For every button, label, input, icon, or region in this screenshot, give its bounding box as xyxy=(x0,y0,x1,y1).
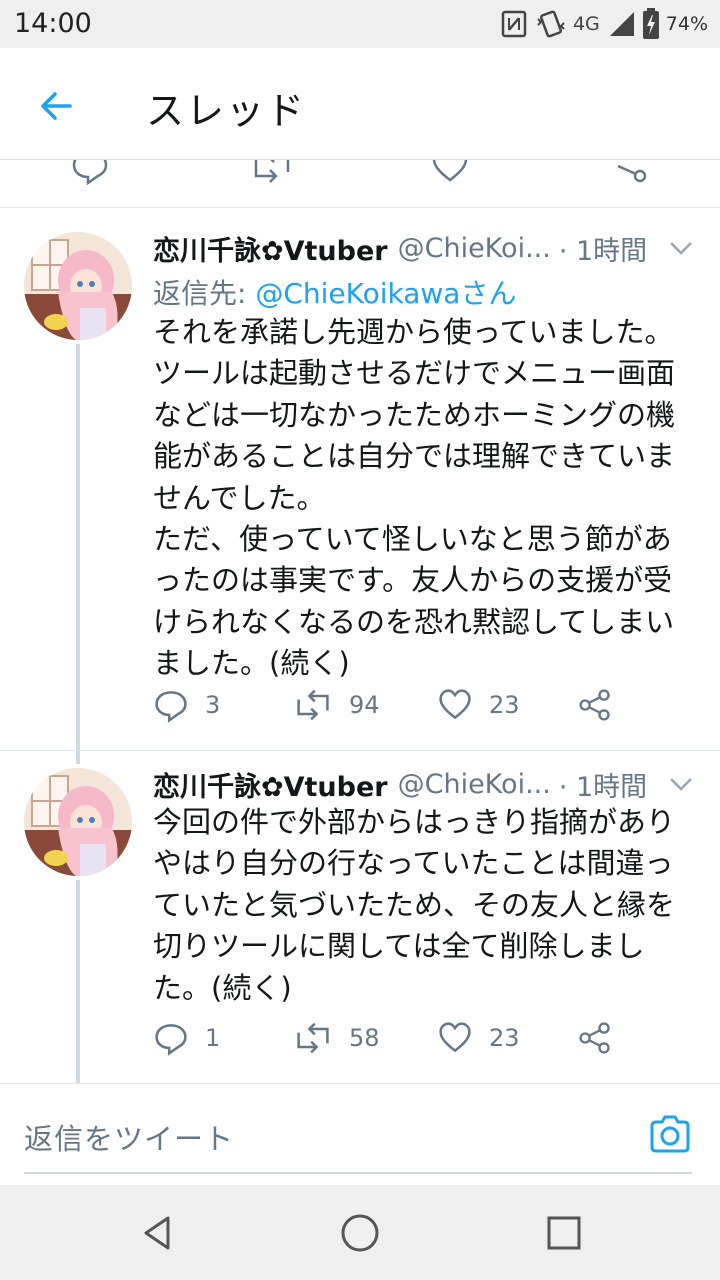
status-time: 14:00 xyxy=(14,8,92,39)
like-icon xyxy=(439,1022,471,1053)
retweet-icon[interactable] xyxy=(250,160,294,186)
nav-recents-button[interactable] xyxy=(540,1209,588,1257)
share-button[interactable] xyxy=(577,1018,613,1058)
thread-connector xyxy=(76,344,80,764)
tweet-text-line: 能があることは自分では理解できていま xyxy=(153,439,676,474)
app-header: スレッド xyxy=(0,48,720,160)
tweet-text: 今回の件で外部からはっきり指摘があり やはり自分の行なっていたことは間違っ てい… xyxy=(153,802,703,1009)
retweet-button[interactable]: 94 xyxy=(293,685,380,725)
previous-tweet-actions xyxy=(0,160,720,208)
battery-percent: 74% xyxy=(665,13,708,35)
battery-charging-icon xyxy=(642,8,659,39)
arrow-left-icon xyxy=(41,92,72,120)
tweet-text-line: た。(続く) xyxy=(153,970,292,1005)
input-underline xyxy=(24,1172,692,1174)
page-title: スレッド xyxy=(146,89,307,133)
avatar[interactable] xyxy=(24,232,132,340)
status-bar: 14:00 4G 74% xyxy=(0,0,720,48)
reply-prefix: 返信先: xyxy=(153,277,256,310)
reply-mention-link[interactable]: @ChieKoikawaさん xyxy=(255,277,516,310)
reply-to: 返信先: @ChieKoikawaさん xyxy=(153,272,516,312)
reply-icon xyxy=(155,1024,187,1056)
tweet-actions: 1 58 23 xyxy=(153,1018,693,1058)
user-handle[interactable]: @ChieKoi... xyxy=(398,769,551,800)
network-type: 4G xyxy=(572,13,600,35)
reply-icon[interactable] xyxy=(70,160,110,186)
retweet-button[interactable]: 58 xyxy=(293,1018,380,1058)
user-handle[interactable]: @ChieKoi... xyxy=(398,233,551,264)
home-circle-icon xyxy=(341,1214,379,1252)
nfc-icon xyxy=(501,10,527,38)
back-button[interactable] xyxy=(28,78,84,134)
tweet-text-line: ったのは事実です。友人からの支援が受 xyxy=(153,563,673,598)
tweet-time: · 1時間 xyxy=(558,235,648,267)
tweet-text-line: せんでした。 xyxy=(153,480,326,515)
tweet-text-line: 切りツールに関しては全て削除しまし xyxy=(153,929,645,964)
tweet-text-line: 今回の件で外部からはっきり指摘があり xyxy=(153,805,676,839)
share-icon xyxy=(579,1022,610,1054)
retweet-count: 94 xyxy=(349,691,380,719)
tweet-text-line: けられなくなるのを恐れ黙認してしまい xyxy=(153,604,675,639)
nav-back-button[interactable] xyxy=(134,1209,182,1257)
like-count: 23 xyxy=(489,1024,520,1052)
share-icon[interactable] xyxy=(610,160,650,186)
vibrate-icon xyxy=(537,10,565,38)
display-name[interactable]: 恋川千詠✿Vtuber xyxy=(153,229,388,268)
tweet-text: それを承諾し先週から使っていました。 ツールは起動させるだけでメニュー画面 など… xyxy=(153,312,703,685)
share-icon xyxy=(579,689,610,721)
retweet-count: 58 xyxy=(349,1024,380,1052)
chevron-down-icon[interactable] xyxy=(668,236,694,260)
tweet-header: 恋川千詠✿Vtuber @ChieKoi... · 1時間 xyxy=(153,764,698,804)
tweet-header: 恋川千詠✿Vtuber @ChieKoi... · 1時間 xyxy=(153,228,698,268)
reply-button[interactable]: 1 xyxy=(153,1018,220,1058)
tweet-text-line: ただ、使っていて怪しいなと思う節があ xyxy=(153,522,672,557)
display-name[interactable]: 恋川千詠✿Vtuber xyxy=(153,765,388,804)
recents-square-icon xyxy=(547,1216,581,1250)
retweet-icon xyxy=(297,689,329,721)
reply-icon xyxy=(155,691,187,723)
nav-home-button[interactable] xyxy=(336,1209,384,1257)
camera-icon xyxy=(650,1115,690,1153)
tweet-text-line: ました。(続く) xyxy=(153,646,350,681)
reply-input[interactable]: 返信をツイート xyxy=(24,1116,234,1158)
reply-button[interactable]: 3 xyxy=(153,685,220,725)
retweet-icon xyxy=(297,1022,329,1054)
camera-button[interactable] xyxy=(648,1112,696,1160)
tweet-divider xyxy=(0,750,720,751)
back-triangle-icon xyxy=(144,1216,170,1250)
chevron-down-icon[interactable] xyxy=(668,772,694,796)
share-button[interactable] xyxy=(577,685,613,725)
reply-count: 1 xyxy=(205,1024,221,1052)
reply-count: 3 xyxy=(205,691,221,719)
like-icon[interactable] xyxy=(430,160,470,186)
tweet-text-line: などは一切なかったためホーミングの機 xyxy=(153,397,676,432)
thread-connector xyxy=(76,880,80,1083)
like-button[interactable]: 23 xyxy=(437,685,520,725)
reply-composer: 返信をツイート xyxy=(0,1083,720,1185)
avatar[interactable] xyxy=(24,768,132,876)
tweet-text-line: それを承諾し先週から使っていました。 xyxy=(153,315,674,349)
signal-icon xyxy=(609,12,634,36)
tweet-actions: 3 94 23 xyxy=(153,685,693,725)
tweet-text-line: ツールは起動させるだけでメニュー画面 xyxy=(153,356,676,391)
like-button[interactable]: 23 xyxy=(437,1018,520,1058)
tweet-text-line: ていたと気づいたため、その友人と縁を xyxy=(153,887,676,922)
tweet-time: · 1時間 xyxy=(558,771,648,803)
tweet-text-line: やはり自分の行なっていたことは間違っ xyxy=(153,846,674,881)
system-nav-bar xyxy=(0,1185,720,1280)
like-icon xyxy=(439,689,471,720)
like-count: 23 xyxy=(489,691,520,719)
status-icons: 4G 74% xyxy=(499,6,708,42)
